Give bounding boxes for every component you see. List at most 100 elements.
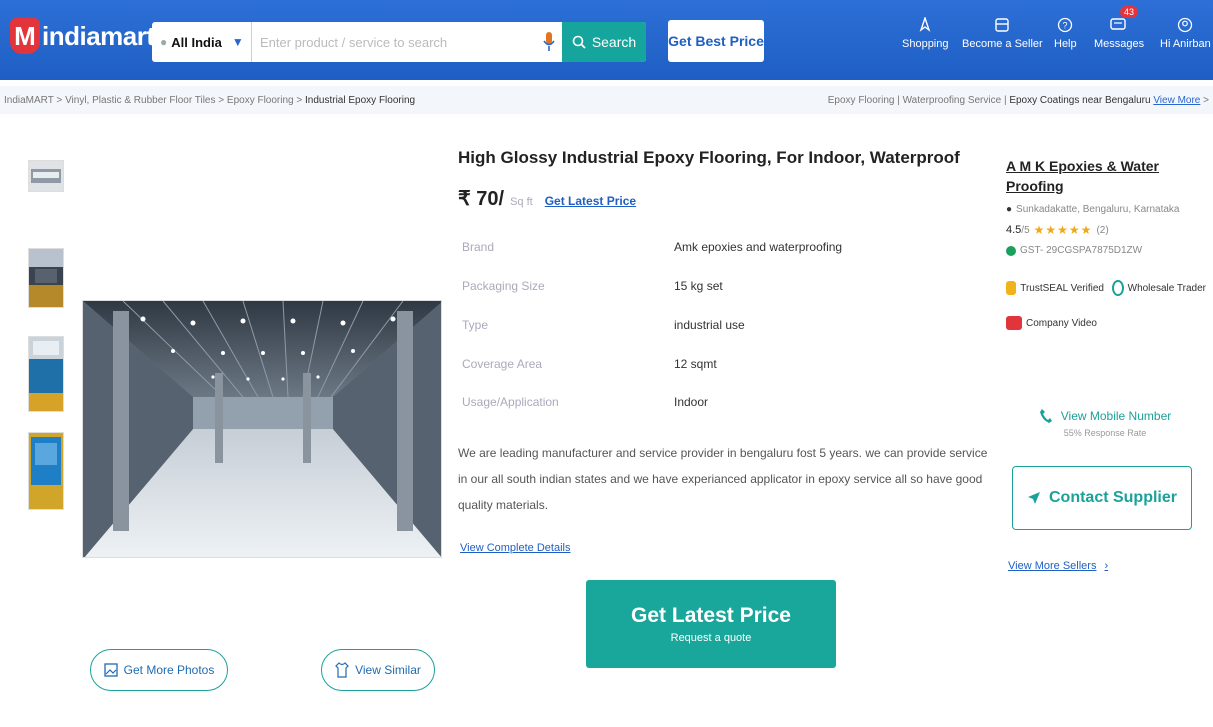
- breadcrumb-item[interactable]: Epoxy Flooring: [227, 95, 294, 106]
- breadcrumb-item[interactable]: IndiaMART: [4, 95, 54, 106]
- price-value: ₹ 70/: [458, 188, 505, 210]
- seller-location-text: Sunkadakatte, Bengaluru, Karnataka: [1016, 204, 1180, 215]
- related-link[interactable]: Waterproofing Service: [903, 95, 1002, 106]
- trustseal-label: TrustSEAL Verified: [1020, 282, 1104, 294]
- nav-help[interactable]: ? Help: [1054, 12, 1077, 50]
- breadcrumb-item[interactable]: Vinyl, Plastic & Rubber Floor Tiles: [65, 95, 215, 106]
- nav-become-seller[interactable]: Become a Seller: [962, 12, 1043, 50]
- nav-messages[interactable]: 43 Messages: [1094, 6, 1145, 50]
- thumbnail-2[interactable]: [28, 248, 64, 308]
- compass-icon: [917, 12, 933, 38]
- trader-icon: [1111, 280, 1124, 296]
- messages-badge: 43: [1120, 6, 1139, 18]
- svg-text:?: ?: [1063, 21, 1068, 31]
- search-button-label: Search: [591, 34, 637, 50]
- seller-badges: TrustSEAL Verified Wholesale Trader: [1006, 280, 1206, 296]
- cta-title: Get Latest Price: [631, 604, 791, 627]
- view-mobile-number[interactable]: View Mobile Number 55% Response Rate: [1030, 408, 1180, 438]
- logo-text: indiamart: [42, 20, 155, 51]
- location-label: All India: [171, 34, 222, 50]
- thumbnail-3[interactable]: [28, 336, 64, 412]
- mobile-label: View Mobile Number: [1060, 409, 1172, 423]
- spec-value: 15 kg set: [674, 279, 723, 293]
- search-input[interactable]: [252, 22, 536, 62]
- send-icon: [1027, 492, 1040, 504]
- response-rate: 55% Response Rate: [1063, 428, 1147, 438]
- nav-label: Shopping: [902, 38, 949, 50]
- spec-value: 12 sqmt: [674, 357, 717, 371]
- nav-label: Hi Anirban: [1160, 38, 1211, 50]
- logo-mark: M: [10, 18, 40, 54]
- rating-scale: /5: [1021, 224, 1030, 236]
- breadcrumb-trail: IndiaMART > Vinyl, Plastic & Rubber Floo…: [4, 94, 416, 106]
- spec-value: Amk epoxies and waterproofing: [674, 240, 843, 254]
- indiamart-logo[interactable]: M indiamart: [10, 18, 155, 54]
- seller-name[interactable]: A M K Epoxies & Water Proofing: [1006, 156, 1206, 196]
- help-icon: ?: [1057, 12, 1073, 38]
- shirt-icon: [335, 662, 349, 678]
- spec-key: Usage/Application: [462, 395, 559, 409]
- get-more-photos-label: Get More Photos: [123, 663, 215, 677]
- contact-supplier-label: Contact Supplier: [1048, 489, 1177, 506]
- store-icon: [994, 12, 1010, 38]
- nav-shopping[interactable]: Shopping: [902, 12, 949, 50]
- nav-label: Help: [1054, 38, 1077, 50]
- view-similar-button[interactable]: View Similar: [321, 649, 435, 691]
- video-icon: [1006, 316, 1022, 330]
- thumbnail-1[interactable]: [28, 160, 64, 192]
- rating-count: (2): [1096, 224, 1109, 236]
- product-title: High Glossy Industrial Epoxy Flooring, F…: [458, 148, 960, 167]
- breadcrumb-current: Industrial Epoxy Flooring: [305, 94, 416, 106]
- thumbnail-4[interactable]: [28, 432, 64, 510]
- spec-key: Coverage Area: [462, 357, 543, 371]
- trader-label: Wholesale Trader: [1127, 282, 1206, 294]
- chevron-right-icon: ›: [1104, 560, 1109, 572]
- search-icon: [572, 35, 586, 49]
- view-more-sellers-link[interactable]: View More Sellers ›: [1008, 560, 1108, 572]
- search-button[interactable]: Search: [562, 22, 646, 62]
- seller-gst: GST- 29CGSPA7875D1ZW: [1006, 245, 1206, 256]
- price-unit: Sq ft: [510, 196, 533, 208]
- location-pin-icon: ●: [1006, 204, 1013, 215]
- spec-key: Type: [462, 318, 489, 332]
- verified-check-icon: [1006, 245, 1016, 256]
- get-best-price-button[interactable]: Get Best Price: [668, 20, 764, 62]
- search-bar: ● All India ▼ Search: [152, 22, 646, 62]
- spec-key: Packaging Size: [462, 279, 545, 293]
- seller-rating[interactable]: 4.5 /5 ★★★★★ (2): [1006, 223, 1206, 237]
- phone-icon: [1039, 409, 1052, 423]
- get-latest-price-button[interactable]: Get Latest Price Request a quote: [586, 580, 836, 668]
- view-similar-label: View Similar: [355, 663, 421, 677]
- company-video[interactable]: Company Video: [1006, 316, 1206, 330]
- messages-icon: 43: [1110, 6, 1139, 38]
- related-links: Epoxy Flooring | Waterproofing Service |…: [827, 94, 1209, 106]
- related-link[interactable]: Epoxy Flooring: [828, 95, 895, 106]
- view-complete-details-link[interactable]: View Complete Details: [460, 542, 570, 554]
- rating-value: 4.5: [1006, 224, 1022, 236]
- gst-text: GST- 29CGSPA7875D1ZW: [1020, 245, 1143, 256]
- location-selector[interactable]: ● All India ▼: [152, 22, 252, 62]
- product-description: We are leading manufacturer and service …: [458, 446, 988, 512]
- get-more-photos-button[interactable]: Get More Photos: [90, 649, 228, 691]
- top-header: M indiamart ● All India ▼ Search Get Bes…: [0, 0, 1213, 80]
- image-icon: [103, 663, 118, 677]
- get-latest-price-link[interactable]: Get Latest Price: [545, 194, 636, 208]
- cta-subtitle: Request a quote: [670, 632, 752, 644]
- seller-panel: A M K Epoxies & Water Proofing ● Sunkada…: [1006, 156, 1206, 330]
- more-sellers-label: View More Sellers: [1008, 560, 1097, 572]
- related-link[interactable]: Epoxy Coatings near Bengaluru: [1009, 95, 1150, 106]
- star-rating-icon: ★★★★★: [1033, 223, 1093, 237]
- location-pin-icon: ●: [160, 35, 168, 49]
- product-main-image[interactable]: [82, 300, 442, 558]
- company-video-label: Company Video: [1026, 317, 1097, 329]
- view-more-link[interactable]: View More: [1153, 95, 1200, 106]
- nav-user[interactable]: Hi Anirban: [1160, 12, 1211, 50]
- microphone-icon[interactable]: [536, 22, 562, 62]
- contact-supplier-button[interactable]: Contact Supplier: [1012, 466, 1192, 530]
- price-row: ₹ 70/ Sq ft Get Latest Price: [458, 186, 636, 211]
- nav-label: Messages: [1094, 38, 1145, 50]
- chevron-down-icon: ▼: [231, 35, 244, 49]
- spec-value: Indoor: [674, 395, 709, 409]
- spec-value: industrial use: [674, 318, 745, 332]
- breadcrumb: IndiaMART > Vinyl, Plastic & Rubber Floo…: [0, 86, 1213, 114]
